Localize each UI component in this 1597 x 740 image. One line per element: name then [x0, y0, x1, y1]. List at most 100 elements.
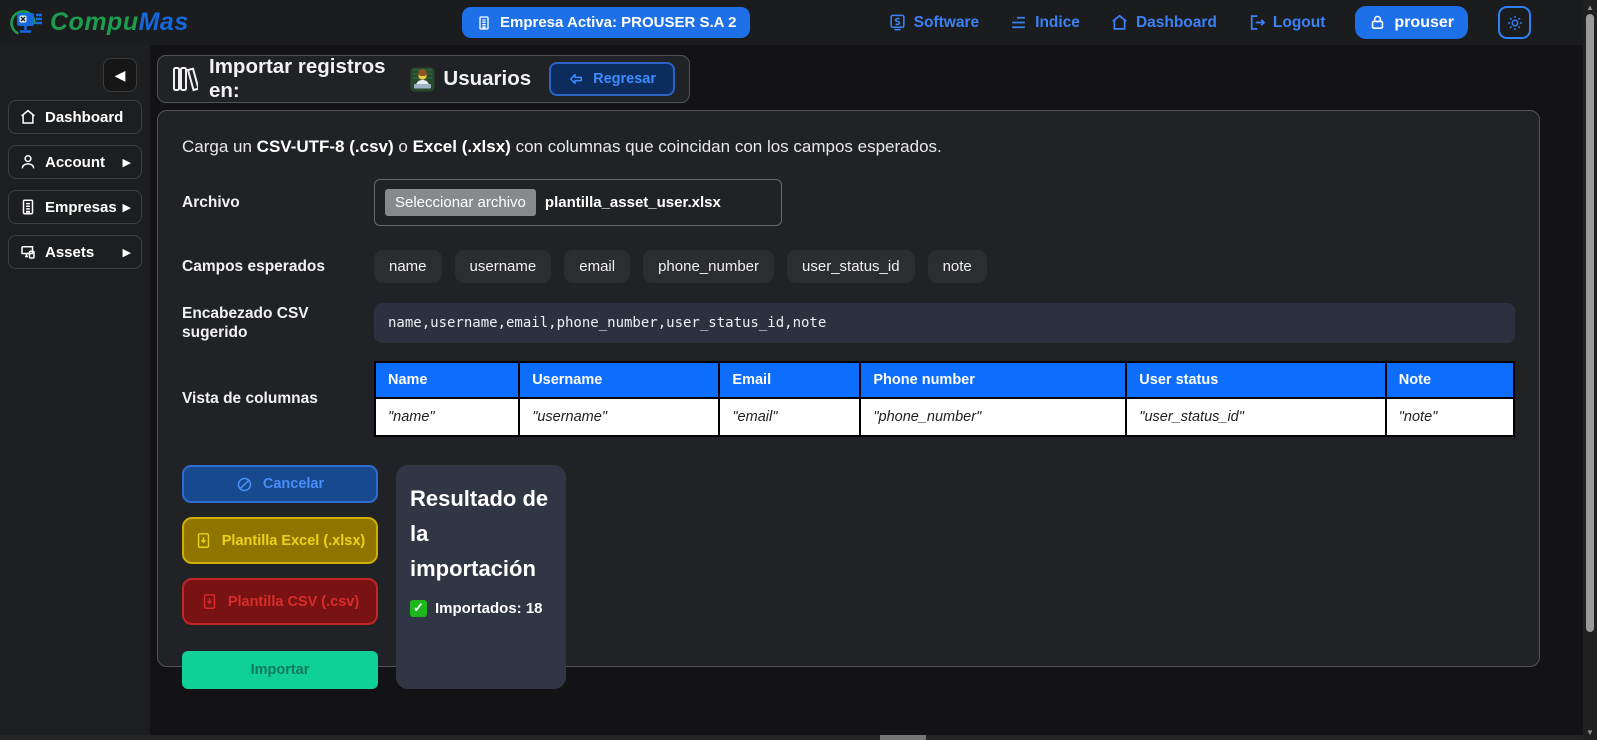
sidebar-item-label: Assets	[45, 244, 94, 261]
no-entry-icon	[236, 476, 253, 493]
left-sidebar: ◀ Dashboard Account ▶	[0, 45, 150, 740]
expected-field-chip: name	[374, 250, 442, 283]
upload-instruction: Carga un CSV-UTF-8 (.csv) o Excel (.xlsx…	[182, 137, 1515, 157]
username-label: prouser	[1394, 14, 1454, 32]
nav-link-label: Software	[914, 14, 979, 32]
company-building-icon	[476, 15, 492, 31]
page-header: Importar registros en: Usuarios Regresar	[157, 55, 690, 103]
expected-fields-row: Campos esperados name username email phone_…	[182, 250, 1515, 283]
sidebar-menu: Dashboard Account ▶ Empresas ▶	[8, 100, 142, 269]
library-books-icon	[172, 65, 198, 93]
imported-count-line: ✓ Importados: 18	[410, 600, 552, 617]
table-header-cell: Phone number	[860, 362, 1126, 398]
csv-header-row: Encabezado CSV sugerido name,username,em…	[182, 303, 1515, 343]
expected-field-chip: user_status_id	[787, 250, 915, 283]
brand-name: CompuMas	[50, 8, 189, 37]
building-icon	[19, 198, 37, 216]
cancel-button-label: Cancelar	[263, 476, 324, 492]
technologist-emoji-icon	[410, 67, 435, 92]
cancel-button[interactable]: Cancelar	[182, 465, 378, 503]
nav-link-logout[interactable]: Logout	[1247, 13, 1326, 32]
nav-link-label: Indice	[1035, 14, 1080, 32]
file-row-label: Archivo	[182, 193, 374, 212]
table-header-cell: Name	[375, 362, 519, 398]
sidebar-item-dashboard[interactable]: Dashboard	[8, 100, 142, 134]
expected-field-chip: phone_number	[643, 250, 774, 283]
theme-toggle-button[interactable]	[1498, 6, 1531, 39]
horizontal-scrollbar[interactable]	[0, 735, 1583, 740]
nav-link-software[interactable]: Software	[888, 13, 979, 32]
horizontal-scrollbar-thumb[interactable]	[880, 735, 926, 740]
active-company-button[interactable]: Empresa Activa: PROUSER S.A 2	[462, 7, 750, 38]
top-navbar: CompuMas Empresa Activa: PROUSER S.A 2 S…	[0, 0, 1583, 45]
table-header-cell: User status	[1126, 362, 1385, 398]
list-index-icon	[1009, 13, 1028, 32]
home-icon	[1110, 13, 1129, 32]
scroll-down-arrow-icon[interactable]: ▼	[1583, 728, 1597, 737]
columns-preview-label: Vista de columnas	[182, 389, 374, 408]
table-value-cell: "note"	[1386, 398, 1514, 436]
expected-fields-chips: name username email phone_number user_status…	[374, 250, 987, 283]
expected-field-chip: note	[928, 250, 987, 283]
user-menu-button[interactable]: prouser	[1355, 6, 1468, 39]
app-logo[interactable]: CompuMas	[10, 7, 189, 39]
sidebar-item-assets[interactable]: Assets ▶	[8, 235, 142, 269]
back-button-label: Regresar	[593, 71, 656, 87]
nav-link-dashboard[interactable]: Dashboard	[1110, 13, 1217, 32]
import-result-panel: Resultado de la importación ✓ Importados…	[396, 465, 566, 689]
selected-filename: plantilla_asset_user.xlsx	[545, 194, 721, 211]
excel-template-button[interactable]: Plantilla Excel (.xlsx)	[182, 517, 378, 564]
nav-link-indice[interactable]: Indice	[1009, 13, 1080, 32]
sidebar-item-label: Empresas	[45, 199, 117, 216]
table-header-cell: Email	[719, 362, 860, 398]
table-value-cell: "username"	[519, 398, 719, 436]
file-download-icon	[195, 532, 212, 549]
imported-count-text: Importados: 18	[435, 600, 543, 617]
logout-icon	[1247, 13, 1266, 32]
expected-fields-label: Campos esperados	[182, 257, 374, 276]
table-value-cell: "user_status_id"	[1126, 398, 1385, 436]
check-mark-icon: ✓	[410, 600, 427, 617]
person-icon	[19, 153, 37, 171]
chevron-right-icon: ▶	[123, 201, 131, 214]
file-download-icon	[201, 593, 218, 610]
nav-link-label: Dashboard	[1136, 14, 1217, 32]
compumas-logo-icon	[10, 7, 44, 39]
action-buttons-column: Cancelar Plantilla Excel (.xlsx)	[182, 465, 378, 689]
suggested-csv-header: name,username,email,phone_number,user_st…	[374, 303, 1515, 343]
sidebar-item-label: Account	[45, 154, 105, 171]
sidebar-item-account[interactable]: Account ▶	[8, 145, 142, 179]
sidebar-item-empresas[interactable]: Empresas ▶	[8, 190, 142, 224]
table-value-cell: "phone_number"	[860, 398, 1126, 436]
columns-preview-table: NameUsernameEmailPhone numberUser status…	[374, 361, 1515, 437]
page-title: Importar registros en:	[209, 55, 400, 103]
table-value-row: "name""username""email""phone_number""us…	[375, 398, 1514, 436]
sun-icon	[1506, 14, 1524, 32]
columns-preview-row: Vista de columnas NameUsernameEmailPhone…	[182, 361, 1515, 437]
vertical-scrollbar[interactable]: ▲ ▼	[1583, 0, 1597, 740]
home-icon	[19, 108, 37, 126]
table-value-cell: "name"	[375, 398, 519, 436]
collapse-arrow-icon: ◀	[115, 67, 126, 84]
vertical-scrollbar-thumb[interactable]	[1586, 14, 1594, 632]
table-header-cell: Note	[1386, 362, 1514, 398]
import-button[interactable]: Importar	[182, 651, 378, 689]
active-company-label: Empresa Activa: PROUSER S.A 2	[500, 14, 736, 31]
software-icon	[888, 13, 907, 32]
expected-field-chip: username	[455, 250, 552, 283]
sidebar-collapse-button[interactable]: ◀	[103, 58, 137, 92]
expected-field-chip: email	[564, 250, 630, 283]
import-button-label: Importar	[251, 662, 310, 678]
scroll-up-arrow-icon[interactable]: ▲	[1583, 3, 1597, 12]
chevron-right-icon: ▶	[123, 156, 131, 169]
nav-link-label: Logout	[1273, 14, 1326, 32]
excel-template-label: Plantilla Excel (.xlsx)	[222, 533, 365, 549]
csv-template-button[interactable]: Plantilla CSV (.csv)	[182, 578, 378, 625]
devices-icon	[19, 243, 37, 261]
file-select-button[interactable]: Seleccionar archivo	[385, 189, 536, 216]
file-input[interactable]: Seleccionar archivo plantilla_asset_user…	[374, 179, 782, 226]
actions-section: Cancelar Plantilla Excel (.xlsx)	[182, 465, 1515, 689]
back-button[interactable]: Regresar	[549, 62, 675, 96]
sidebar-item-label: Dashboard	[45, 109, 123, 126]
table-header-row: NameUsernameEmailPhone numberUser status…	[375, 362, 1514, 398]
